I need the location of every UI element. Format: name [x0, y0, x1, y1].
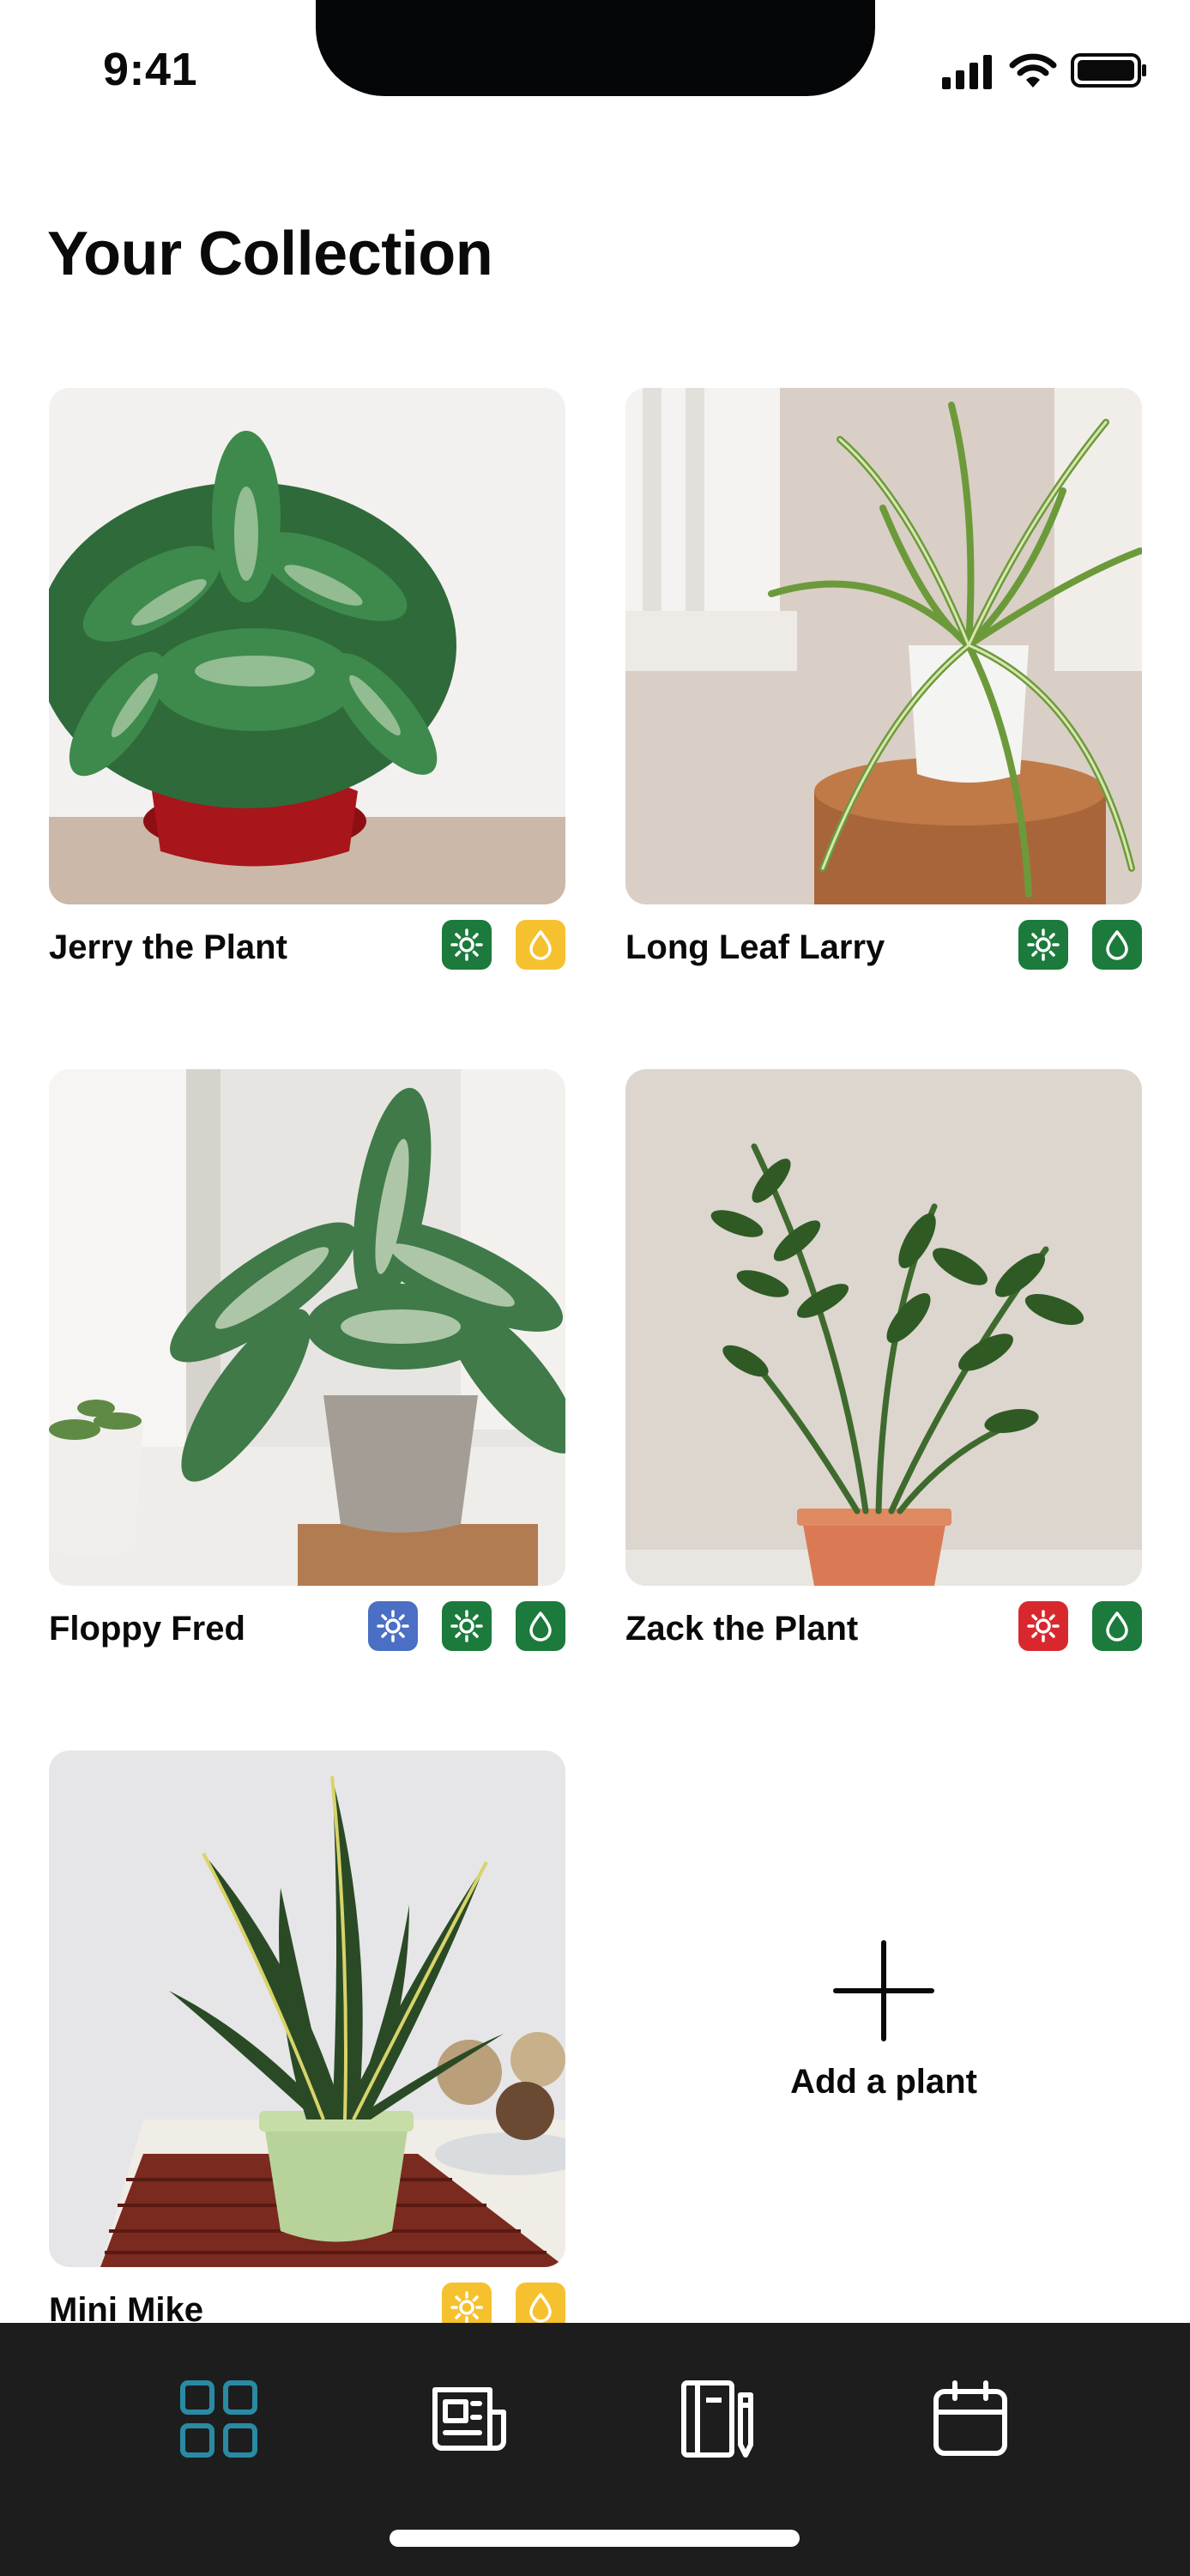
sun-badge	[442, 920, 492, 970]
care-badges	[368, 1601, 565, 1653]
sun-icon	[377, 1610, 409, 1642]
care-badges	[442, 920, 565, 971]
home-indicator[interactable]	[390, 2530, 800, 2547]
plant-photo	[625, 388, 1142, 904]
notebook-pen-icon	[681, 2380, 753, 2458]
plus-icon	[833, 1940, 934, 2041]
sun-icon	[1027, 928, 1060, 961]
water-drop-icon	[529, 2293, 552, 2323]
wifi-icon	[1009, 53, 1057, 88]
plant-photo	[49, 1069, 565, 1586]
sun-badge	[442, 1601, 492, 1651]
status-time: 9:41	[103, 44, 198, 95]
add-plant-button[interactable]: Add a plant	[725, 1939, 1042, 2137]
battery-icon	[1071, 53, 1146, 88]
care-badges	[1018, 1601, 1142, 1653]
sun-icon	[450, 2291, 483, 2324]
sun-badge	[368, 1601, 418, 1651]
tab-news[interactable]	[426, 2376, 512, 2462]
sun-icon	[450, 1610, 483, 1642]
sun-badge	[1018, 920, 1068, 970]
grid-icon	[180, 2380, 257, 2458]
water-drop-icon	[1106, 930, 1128, 960]
water-badge	[1092, 920, 1142, 970]
sun-icon	[1027, 1610, 1060, 1642]
signal-icon	[942, 55, 992, 89]
water-badge	[516, 920, 565, 970]
calendar-icon	[933, 2380, 1007, 2456]
status-icons	[935, 50, 1150, 93]
plant-name: Jerry the Plant	[49, 928, 287, 966]
water-badge	[516, 1601, 565, 1651]
plant-photo	[625, 1069, 1142, 1586]
water-drop-icon	[529, 1612, 552, 1642]
page-title: Your Collection	[47, 220, 493, 288]
tab-journal[interactable]	[677, 2376, 763, 2462]
plant-name: Floppy Fred	[49, 1610, 245, 1648]
device-notch	[316, 0, 875, 96]
tab-collection[interactable]	[176, 2376, 262, 2462]
tab-calendar[interactable]	[927, 2376, 1013, 2462]
add-plant-label: Add a plant	[790, 2063, 977, 2101]
plant-name: Zack the Plant	[625, 1610, 859, 1648]
plant-photo	[49, 1751, 565, 2267]
water-drop-icon	[529, 930, 552, 960]
water-badge	[1092, 1601, 1142, 1651]
sun-icon	[450, 928, 483, 961]
care-badges	[1018, 920, 1142, 971]
sun-badge	[1018, 1601, 1068, 1651]
newspaper-icon	[432, 2387, 506, 2451]
plant-name: Long Leaf Larry	[625, 928, 885, 966]
status-bar: 9:41	[0, 0, 1190, 137]
water-drop-icon	[1106, 1612, 1128, 1642]
plant-photo	[49, 388, 565, 904]
